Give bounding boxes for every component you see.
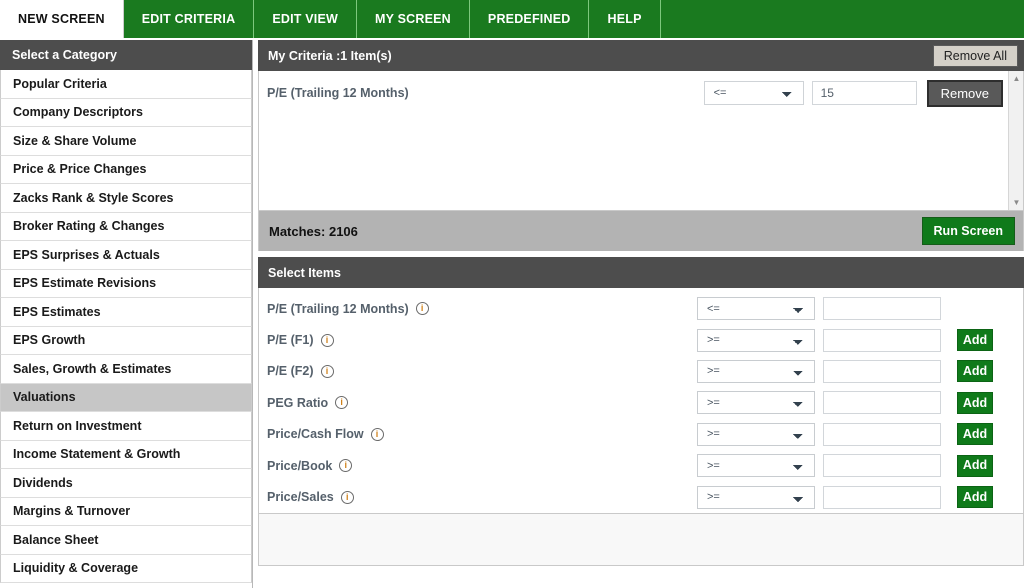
info-icon[interactable]: i — [339, 459, 352, 472]
category-sidebar: Select a Category Popular CriteriaCompan… — [0, 40, 253, 588]
sidebar-item-balance-sheet[interactable]: Balance Sheet — [0, 526, 252, 555]
select-item-label-group: Price/Book i — [267, 459, 697, 473]
select-item-row: PEG Ratio i <=>==<>!= Add — [259, 387, 1023, 418]
sidebar-item-eps-growth[interactable]: EPS Growth — [0, 327, 252, 356]
sidebar-item-broker-rating-changes[interactable]: Broker Rating & Changes — [0, 213, 252, 242]
criteria-scrollbar[interactable]: ▲ ▼ — [1008, 71, 1023, 210]
criteria-row-label: P/E (Trailing 12 Months) — [267, 86, 704, 100]
select-item-row: Price/Cash Flow i <=>==<>!= Add — [259, 419, 1023, 450]
select-item-label: Price/Cash Flow — [267, 427, 364, 441]
select-items-list: P/E (Trailing 12 Months)i<=>==<>!=AddP/E… — [258, 288, 1024, 514]
item-value-input[interactable] — [823, 486, 941, 509]
item-operator-select[interactable]: <=>==<>!= — [697, 329, 815, 352]
sidebar-item-popular-criteria[interactable]: Popular Criteria — [0, 70, 252, 99]
select-item-row: P/E (F1) i <=>==<>!= Add — [259, 324, 1023, 355]
add-item-button[interactable]: Add — [957, 486, 993, 508]
matches-count: Matches: 2106 — [269, 224, 358, 239]
select-items-title: Select Items — [268, 266, 341, 280]
select-item-label-group: PEG Ratio i — [267, 396, 697, 410]
item-operator-select[interactable]: <=>==<>!= — [697, 454, 815, 477]
sidebar-item-eps-estimates[interactable]: EPS Estimates — [0, 298, 252, 327]
add-item-button[interactable]: Add — [957, 455, 993, 477]
criteria-panel-header: My Criteria :1 Item(s) Remove All — [258, 40, 1024, 71]
tab-predefined[interactable]: PREDEFINED — [470, 0, 590, 38]
select-item-label: Price/Book — [267, 459, 332, 473]
criteria-operator-select[interactable]: <= — [704, 81, 804, 105]
item-operator-select[interactable]: <=>==<>!= — [697, 486, 815, 509]
item-value-input[interactable] — [823, 423, 941, 446]
panel-footer — [258, 514, 1024, 566]
select-item-label: P/E (F1) — [267, 333, 314, 347]
criteria-list: P/E (Trailing 12 Months)<= Remove ▲ ▼ — [258, 71, 1024, 211]
remove-all-button[interactable]: Remove All — [933, 45, 1018, 67]
add-item-button[interactable]: Add — [957, 423, 993, 445]
select-item-label-group: P/E (F1) i — [267, 333, 697, 347]
sidebar-item-zacks-rank-style-scores[interactable]: Zacks Rank & Style Scores — [0, 184, 252, 213]
run-screen-button[interactable]: Run Screen — [922, 217, 1015, 245]
item-operator-select[interactable]: <=>==<>!= — [697, 423, 815, 446]
sidebar-item-income-statement-growth[interactable]: Income Statement & Growth — [0, 441, 252, 470]
item-value-input[interactable] — [823, 360, 941, 383]
sidebar-title: Select a Category — [0, 40, 252, 70]
info-icon[interactable]: i — [371, 428, 384, 441]
sidebar-item-eps-surprises-actuals[interactable]: EPS Surprises & Actuals — [0, 241, 252, 270]
sidebar-item-size-share-volume[interactable]: Size & Share Volume — [0, 127, 252, 156]
select-item-row: Price/Sales i <=>==<>!= Add — [259, 481, 1023, 512]
item-operator-select[interactable]: <=>==<>!= — [697, 297, 815, 320]
select-item-row: P/E (F2) i <=>==<>!= Add — [259, 356, 1023, 387]
sidebar-item-dividends[interactable]: Dividends — [0, 469, 252, 498]
criteria-row: P/E (Trailing 12 Months)<= Remove — [259, 71, 1023, 115]
select-item-label: Price/Sales — [267, 490, 334, 504]
item-value-input[interactable] — [823, 329, 941, 352]
tab-bar-filler — [661, 0, 1024, 38]
select-items-header: Select Items — [258, 257, 1024, 288]
sidebar-item-sales-growth-estimates[interactable]: Sales, Growth & Estimates — [0, 355, 252, 384]
scroll-down-arrow-icon[interactable]: ▼ — [1009, 195, 1024, 210]
sidebar-item-company-descriptors[interactable]: Company Descriptors — [0, 99, 252, 128]
scroll-up-arrow-icon[interactable]: ▲ — [1009, 71, 1024, 86]
sidebar-item-liquidity-coverage[interactable]: Liquidity & Coverage — [0, 555, 252, 584]
select-item-label: P/E (F2) — [267, 364, 314, 378]
tab-edit-criteria[interactable]: EDIT CRITERIA — [124, 0, 255, 38]
info-icon[interactable]: i — [341, 491, 354, 504]
item-value-input[interactable] — [823, 454, 941, 477]
sidebar-item-margins-turnover[interactable]: Margins & Turnover — [0, 498, 252, 527]
tab-my-screen[interactable]: MY SCREEN — [357, 0, 470, 38]
info-icon[interactable]: i — [416, 302, 429, 315]
info-icon[interactable]: i — [321, 334, 334, 347]
sidebar-item-price-price-changes[interactable]: Price & Price Changes — [0, 156, 252, 185]
sidebar-item-valuations[interactable]: Valuations — [0, 384, 252, 413]
remove-criteria-button[interactable]: Remove — [927, 80, 1003, 107]
item-value-input[interactable] — [823, 391, 941, 414]
select-item-label: P/E (Trailing 12 Months) — [267, 302, 409, 316]
select-item-label-group: P/E (F2) i — [267, 364, 697, 378]
select-item-label-group: Price/Cash Flow i — [267, 427, 697, 441]
sidebar-item-return-on-investment[interactable]: Return on Investment — [0, 412, 252, 441]
add-item-button[interactable]: Add — [957, 329, 993, 351]
info-icon[interactable]: i — [335, 396, 348, 409]
info-icon[interactable]: i — [321, 365, 334, 378]
tab-help[interactable]: HELP — [589, 0, 660, 38]
select-item-label-group: Price/Sales i — [267, 490, 697, 504]
criteria-value-input[interactable] — [812, 81, 917, 105]
select-item-row: P/E (Trailing 12 Months)i<=>==<>!=Add — [259, 293, 1023, 324]
matches-bar: Matches: 2106 Run Screen — [258, 211, 1024, 251]
item-operator-select[interactable]: <=>==<>!= — [697, 360, 815, 383]
add-item-button[interactable]: Add — [957, 392, 993, 414]
main-panel: My Criteria :1 Item(s) Remove All P/E (T… — [258, 40, 1024, 588]
select-item-row: Price/Book i <=>==<>!= Add — [259, 450, 1023, 481]
sidebar-item-eps-estimate-revisions[interactable]: EPS Estimate Revisions — [0, 270, 252, 299]
tab-edit-view[interactable]: EDIT VIEW — [254, 0, 357, 38]
select-item-label-group: P/E (Trailing 12 Months) i — [267, 302, 697, 316]
criteria-panel-title: My Criteria :1 Item(s) — [268, 49, 392, 63]
select-item-label: PEG Ratio — [267, 396, 328, 410]
top-tab-bar: NEW SCREENEDIT CRITERIAEDIT VIEWMY SCREE… — [0, 0, 1024, 38]
add-item-button[interactable]: Add — [957, 360, 993, 382]
item-value-input[interactable] — [823, 297, 941, 320]
tab-new-screen[interactable]: NEW SCREEN — [0, 0, 124, 38]
item-operator-select[interactable]: <=>==<>!= — [697, 391, 815, 414]
